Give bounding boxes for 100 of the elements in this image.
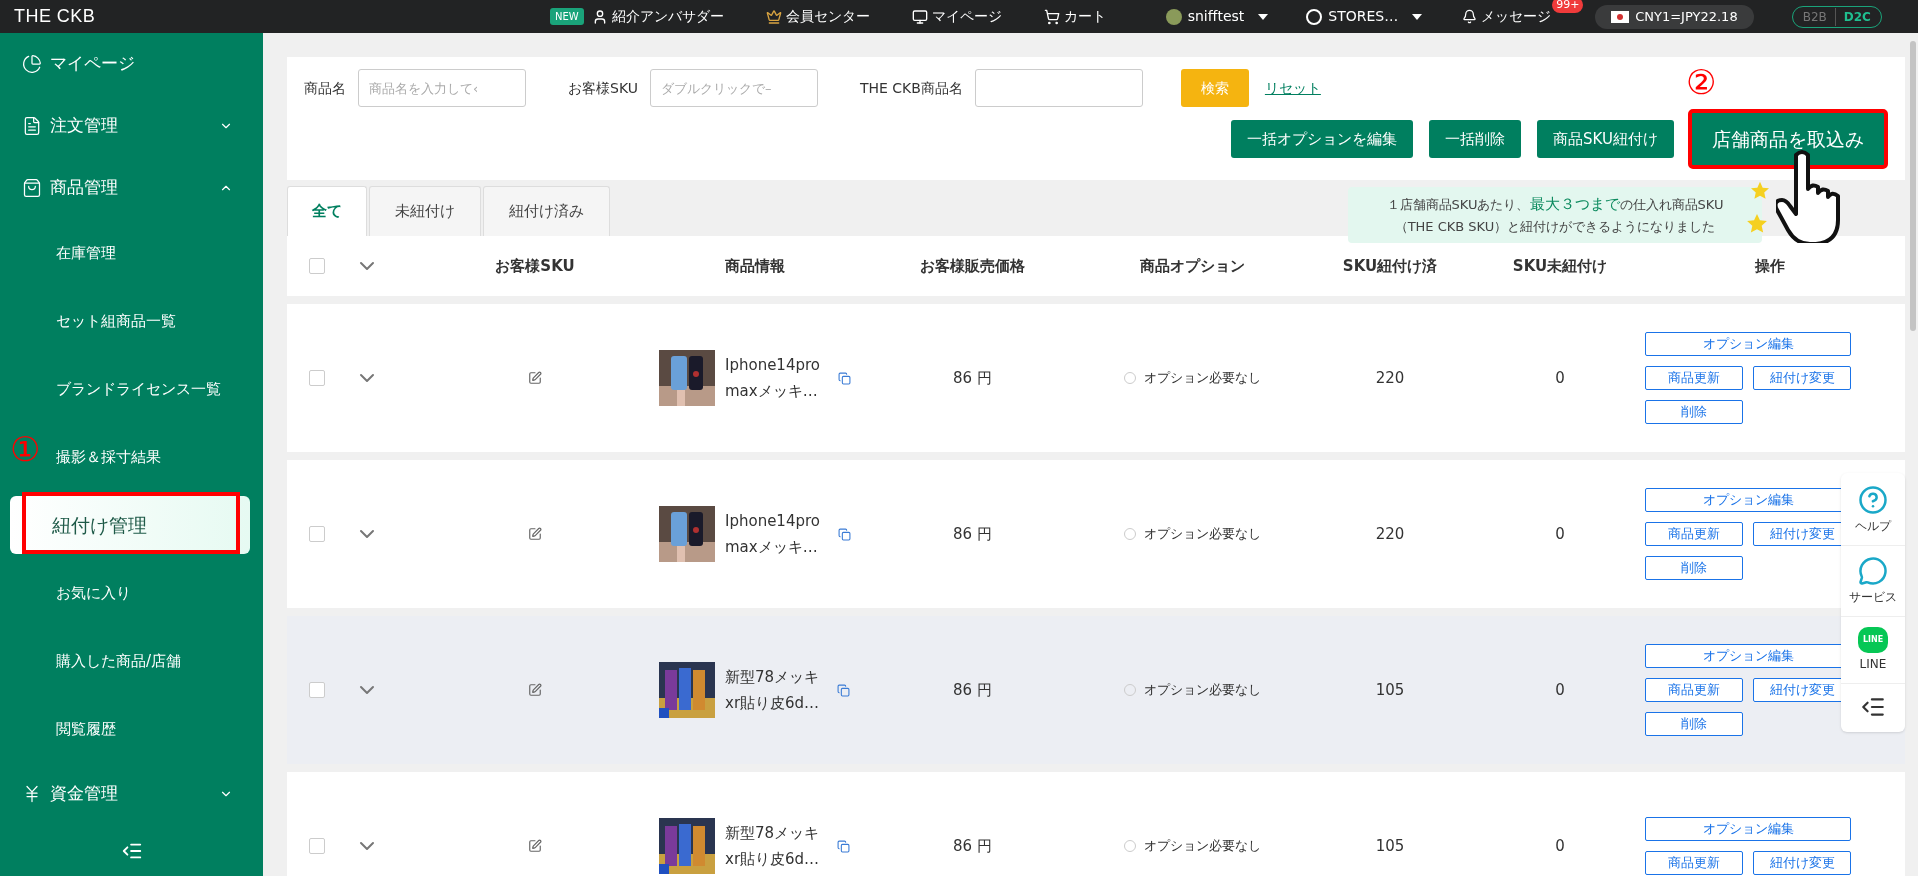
- caret-icon: [1258, 13, 1269, 20]
- product-name-line: xr貼り皮6d…: [725, 849, 820, 870]
- avatar-icon: [1165, 8, 1182, 25]
- store-menu[interactable]: STORES…: [1328, 6, 1399, 27]
- edit-icon[interactable]: [528, 527, 542, 541]
- row-action-button[interactable]: 削除: [1645, 712, 1743, 736]
- row-action-button[interactable]: 商品更新: [1645, 522, 1743, 546]
- copy-icon[interactable]: [838, 371, 851, 385]
- step-marker: ①: [10, 431, 41, 466]
- row-action-button[interactable]: 商品更新: [1645, 678, 1743, 702]
- crown-icon: [765, 8, 782, 25]
- row-checkbox[interactable]: [309, 370, 325, 386]
- filter-label: 商品名: [304, 78, 346, 98]
- bell-icon: [1462, 9, 1478, 24]
- row-checkbox[interactable]: [309, 526, 325, 542]
- row-action-button[interactable]: オプション編集: [1645, 332, 1851, 356]
- edit-icon[interactable]: [528, 371, 542, 385]
- sidebar-item[interactable]: 商品管理: [0, 157, 263, 219]
- store-icon: [1306, 8, 1323, 25]
- action-button[interactable]: 商品SKU紐付け: [1537, 120, 1674, 158]
- sidebar-item[interactable]: 閲覧履歴: [56, 717, 116, 741]
- cart-icon: [1043, 8, 1060, 25]
- nav-link[interactable]: マイページ: [931, 6, 1002, 27]
- select-all-checkbox[interactable]: [309, 258, 325, 274]
- row-action-button[interactable]: 削除: [1645, 556, 1743, 580]
- row-action-button[interactable]: 削除: [1645, 400, 1743, 424]
- action-button[interactable]: 店舗商品を取込み: [1690, 111, 1886, 167]
- linked-count: 220: [1374, 523, 1406, 545]
- filter-label: THE CKB商品名: [859, 78, 963, 98]
- user-menu[interactable]: snifftest: [1187, 6, 1245, 27]
- column-header: 商品情報: [724, 255, 786, 277]
- document-icon: [22, 116, 42, 136]
- product-name-line: maxメッキ…: [725, 537, 819, 558]
- price-cell-text: 86 円: [952, 367, 993, 389]
- product-name-line: Iphone14pro: [725, 355, 820, 376]
- logo[interactable]: THE CKB: [14, 3, 534, 30]
- edit-icon[interactable]: [528, 839, 542, 853]
- mode-option[interactable]: B2B: [1802, 7, 1827, 26]
- filter-field[interactable]: 商品名を入力して‹: [358, 69, 526, 107]
- sidebar-item[interactable]: 注文管理: [0, 95, 263, 157]
- sidebar-item[interactable]: ブランドライセンス一覧: [56, 377, 221, 401]
- new-badge: NEW: [550, 8, 584, 25]
- nav-link[interactable]: カート: [1063, 6, 1106, 27]
- copy-icon[interactable]: [838, 527, 851, 541]
- row-action-button[interactable]: 紐付け変更: [1753, 366, 1851, 390]
- filter-field[interactable]: [974, 69, 1143, 107]
- sidebar-item[interactable]: お気に入り: [56, 581, 131, 605]
- tab[interactable]: 未紐付け: [369, 186, 481, 236]
- column-header: 操作: [1754, 255, 1786, 277]
- reset-link[interactable]: リセット: [1264, 77, 1321, 99]
- row-action-button[interactable]: 商品更新: [1645, 851, 1743, 875]
- tab[interactable]: 紐付け済み: [483, 186, 610, 236]
- sidebar-item[interactable]: 在庫管理: [56, 241, 116, 265]
- row-checkbox[interactable]: [309, 838, 325, 854]
- help-icon[interactable]: [1858, 485, 1888, 515]
- option-cell-text: オプション必要なし: [1144, 837, 1261, 856]
- product-name-line: xr貼り皮6d…: [725, 693, 820, 714]
- product-name-line: 新型78メッキ: [725, 667, 820, 688]
- copy-icon[interactable]: [837, 839, 851, 853]
- messages-link[interactable]: メッセージ: [1481, 6, 1552, 27]
- product-name-line: Iphone14pro: [725, 511, 820, 532]
- panel-label: LINE: [1859, 656, 1887, 673]
- chat-icon[interactable]: [1858, 556, 1888, 586]
- step-marker: ②: [1686, 65, 1717, 99]
- tab[interactable]: 全て: [287, 186, 367, 236]
- sidebar-item[interactable]: セット組商品一覧: [56, 309, 176, 333]
- row-action-button[interactable]: オプション編集: [1645, 817, 1851, 841]
- edit-icon[interactable]: [528, 683, 542, 697]
- linked-count: 105: [1374, 835, 1406, 857]
- unlinked-count: 0: [1554, 367, 1566, 389]
- copy-icon[interactable]: [837, 683, 851, 697]
- sidebar-item[interactable]: 資金管理: [0, 763, 263, 825]
- linked-count: 105: [1374, 679, 1406, 701]
- tooltip-text: （THE CKB SKU）と紐付けができるようになりました: [1394, 217, 1716, 236]
- action-button[interactable]: 一括オプションを編集: [1231, 120, 1414, 158]
- unlinked-count: 0: [1554, 679, 1566, 701]
- row-action-button[interactable]: 商品更新: [1645, 366, 1743, 390]
- mode-option[interactable]: D2C: [1834, 7, 1871, 26]
- tooltip-text: １店舗商品SKUあたり、最大３つまでの仕入れ商品SKU: [1386, 193, 1724, 215]
- sidebar-item[interactable]: 撮影＆採寸結果: [56, 445, 161, 469]
- pie-chart-icon: [22, 54, 42, 74]
- star-icon: [1746, 213, 1768, 235]
- product-name-line: 新型78メッキ: [725, 823, 820, 844]
- sidebar-item[interactable]: 購入した商品/店舗: [56, 649, 182, 673]
- sidebar-item[interactable]: マイページ: [0, 33, 263, 95]
- option-cell-text: オプション必要なし: [1144, 369, 1261, 388]
- action-button[interactable]: 一括削除: [1429, 120, 1522, 158]
- bag-icon: [22, 178, 42, 198]
- row-action-button[interactable]: 紐付け変更: [1753, 851, 1851, 875]
- panel-label: サービス: [1849, 589, 1897, 606]
- column-header: お客様販売価格: [919, 255, 1026, 277]
- nav-link[interactable]: 会員センター: [785, 6, 870, 27]
- filter-label: お客様SKU: [568, 78, 638, 98]
- option-cell-text: オプション必要なし: [1144, 525, 1261, 544]
- filter-field[interactable]: ダブルクリックで–: [649, 69, 818, 107]
- message-count-badge: 99+: [1552, 0, 1584, 13]
- nav-link[interactable]: 紹介アンバサダー: [611, 6, 724, 27]
- column-header: SKU未紐付け: [1511, 255, 1609, 277]
- row-checkbox[interactable]: [309, 682, 325, 698]
- flag-icon: [1611, 10, 1630, 23]
